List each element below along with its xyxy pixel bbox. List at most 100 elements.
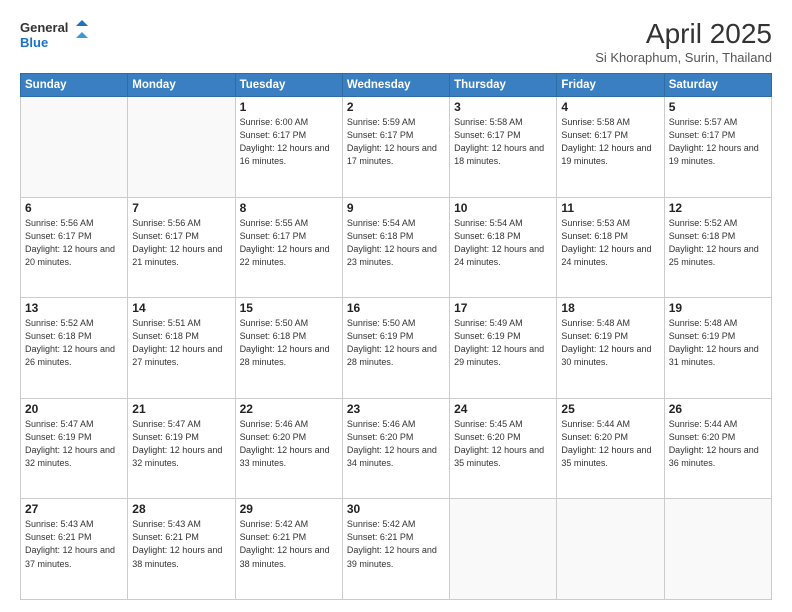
table-row xyxy=(450,499,557,600)
calendar-title: April 2025 xyxy=(595,18,772,50)
table-row: 20 Sunrise: 5:47 AM Sunset: 6:19 PM Dayli… xyxy=(21,398,128,499)
table-row: 12 Sunrise: 5:52 AM Sunset: 6:18 PM Dayli… xyxy=(664,197,771,298)
table-row: 7 Sunrise: 5:56 AM Sunset: 6:17 PM Daylig… xyxy=(128,197,235,298)
day-info: Sunrise: 5:54 AM Sunset: 6:18 PM Dayligh… xyxy=(347,217,445,269)
calendar-table: Sunday Monday Tuesday Wednesday Thursday… xyxy=(20,73,772,600)
table-row xyxy=(128,97,235,198)
day-info: Sunrise: 5:56 AM Sunset: 6:17 PM Dayligh… xyxy=(132,217,230,269)
calendar-subtitle: Si Khoraphum, Surin, Thailand xyxy=(595,50,772,65)
day-number: 27 xyxy=(25,502,123,516)
table-row: 30 Sunrise: 5:42 AM Sunset: 6:21 PM Dayli… xyxy=(342,499,449,600)
day-info: Sunrise: 5:43 AM Sunset: 6:21 PM Dayligh… xyxy=(25,518,123,570)
day-info: Sunrise: 5:44 AM Sunset: 6:20 PM Dayligh… xyxy=(561,418,659,470)
table-row xyxy=(664,499,771,600)
day-info: Sunrise: 5:47 AM Sunset: 6:19 PM Dayligh… xyxy=(132,418,230,470)
table-row: 8Sunrise: 5:55 AM Sunset: 6:17 PM Daylig… xyxy=(235,197,342,298)
day-number: 16 xyxy=(347,301,445,315)
day-number: 24 xyxy=(454,402,552,416)
day-number: 7 xyxy=(132,201,230,215)
day-info: Sunrise: 5:49 AM Sunset: 6:19 PM Dayligh… xyxy=(454,317,552,369)
day-info: Sunrise: 5:51 AM Sunset: 6:18 PM Dayligh… xyxy=(132,317,230,369)
day-info: Sunrise: 5:50 AM Sunset: 6:19 PM Dayligh… xyxy=(347,317,445,369)
day-info: Sunrise: 5:59 AM Sunset: 6:17 PM Dayligh… xyxy=(347,116,445,168)
col-sunday: Sunday xyxy=(21,74,128,97)
day-number: 20 xyxy=(25,402,123,416)
svg-text:General: General xyxy=(20,20,68,35)
table-row xyxy=(21,97,128,198)
day-number: 25 xyxy=(561,402,659,416)
day-number: 26 xyxy=(669,402,767,416)
table-row: 2 Sunrise: 5:59 AM Sunset: 6:17 PM Daylig… xyxy=(342,97,449,198)
day-number: 18 xyxy=(561,301,659,315)
day-number: 30 xyxy=(347,502,445,516)
table-row: 13Sunrise: 5:52 AM Sunset: 6:18 PM Dayli… xyxy=(21,298,128,399)
table-row: 19 Sunrise: 5:48 AM Sunset: 6:19 PM Dayli… xyxy=(664,298,771,399)
day-number: 22 xyxy=(240,402,338,416)
table-row: 23Sunrise: 5:46 AM Sunset: 6:20 PM Dayli… xyxy=(342,398,449,499)
table-row: 5Sunrise: 5:57 AM Sunset: 6:17 PM Daylig… xyxy=(664,97,771,198)
generalblue-logo: General Blue xyxy=(20,18,90,52)
day-number: 10 xyxy=(454,201,552,215)
table-row: 3 Sunrise: 5:58 AM Sunset: 6:17 PM Daylig… xyxy=(450,97,557,198)
table-row: 25 Sunrise: 5:44 AM Sunset: 6:20 PM Dayli… xyxy=(557,398,664,499)
day-info: Sunrise: 5:50 AM Sunset: 6:18 PM Dayligh… xyxy=(240,317,338,369)
day-info: Sunrise: 5:42 AM Sunset: 6:21 PM Dayligh… xyxy=(240,518,338,570)
day-info: Sunrise: 5:47 AM Sunset: 6:19 PM Dayligh… xyxy=(25,418,123,470)
col-thursday: Thursday xyxy=(450,74,557,97)
day-number: 19 xyxy=(669,301,767,315)
page: General Blue General Blue April 2025 Si … xyxy=(0,0,792,612)
day-number: 15 xyxy=(240,301,338,315)
day-info: Sunrise: 5:58 AM Sunset: 6:17 PM Dayligh… xyxy=(454,116,552,168)
day-info: Sunrise: 5:42 AM Sunset: 6:21 PM Dayligh… xyxy=(347,518,445,570)
day-number: 2 xyxy=(347,100,445,114)
table-row: 4 Sunrise: 5:58 AM Sunset: 6:17 PM Daylig… xyxy=(557,97,664,198)
col-saturday: Saturday xyxy=(664,74,771,97)
calendar-header-row: Sunday Monday Tuesday Wednesday Thursday… xyxy=(21,74,772,97)
day-number: 5 xyxy=(669,100,767,114)
table-row: 10 Sunrise: 5:54 AM Sunset: 6:18 PM Dayli… xyxy=(450,197,557,298)
table-row: 27 Sunrise: 5:43 AM Sunset: 6:21 PM Dayli… xyxy=(21,499,128,600)
table-row: 6 Sunrise: 5:56 AM Sunset: 6:17 PM Daylig… xyxy=(21,197,128,298)
day-info: Sunrise: 6:00 AM Sunset: 6:17 PM Dayligh… xyxy=(240,116,338,168)
day-number: 14 xyxy=(132,301,230,315)
table-row: 21 Sunrise: 5:47 AM Sunset: 6:19 PM Dayli… xyxy=(128,398,235,499)
day-number: 11 xyxy=(561,201,659,215)
table-row: 18 Sunrise: 5:48 AM Sunset: 6:19 PM Dayli… xyxy=(557,298,664,399)
day-number: 21 xyxy=(132,402,230,416)
day-info: Sunrise: 5:54 AM Sunset: 6:18 PM Dayligh… xyxy=(454,217,552,269)
title-block: April 2025 Si Khoraphum, Surin, Thailand xyxy=(595,18,772,65)
table-row: 28Sunrise: 5:43 AM Sunset: 6:21 PM Dayli… xyxy=(128,499,235,600)
table-row: 26 Sunrise: 5:44 AM Sunset: 6:20 PM Dayli… xyxy=(664,398,771,499)
table-row: 15 Sunrise: 5:50 AM Sunset: 6:18 PM Dayli… xyxy=(235,298,342,399)
table-row xyxy=(557,499,664,600)
day-info: Sunrise: 5:56 AM Sunset: 6:17 PM Dayligh… xyxy=(25,217,123,269)
day-info: Sunrise: 5:43 AM Sunset: 6:21 PM Dayligh… xyxy=(132,518,230,570)
header: General Blue General Blue April 2025 Si … xyxy=(20,18,772,65)
day-number: 12 xyxy=(669,201,767,215)
day-number: 3 xyxy=(454,100,552,114)
table-row: 29 Sunrise: 5:42 AM Sunset: 6:21 PM Dayli… xyxy=(235,499,342,600)
day-info: Sunrise: 5:55 AM Sunset: 6:17 PM Dayligh… xyxy=(240,217,338,269)
logo: General Blue xyxy=(20,18,90,52)
day-number: 4 xyxy=(561,100,659,114)
table-row: 9 Sunrise: 5:54 AM Sunset: 6:18 PM Daylig… xyxy=(342,197,449,298)
col-monday: Monday xyxy=(128,74,235,97)
day-info: Sunrise: 5:48 AM Sunset: 6:19 PM Dayligh… xyxy=(669,317,767,369)
col-friday: Friday xyxy=(557,74,664,97)
day-info: Sunrise: 5:53 AM Sunset: 6:18 PM Dayligh… xyxy=(561,217,659,269)
table-row: 24Sunrise: 5:45 AM Sunset: 6:20 PM Dayli… xyxy=(450,398,557,499)
day-info: Sunrise: 5:44 AM Sunset: 6:20 PM Dayligh… xyxy=(669,418,767,470)
day-info: Sunrise: 5:52 AM Sunset: 6:18 PM Dayligh… xyxy=(669,217,767,269)
svg-text:Blue: Blue xyxy=(20,35,48,50)
table-row: 11 Sunrise: 5:53 AM Sunset: 6:18 PM Dayli… xyxy=(557,197,664,298)
day-number: 23 xyxy=(347,402,445,416)
day-number: 29 xyxy=(240,502,338,516)
table-row: 14 Sunrise: 5:51 AM Sunset: 6:18 PM Dayli… xyxy=(128,298,235,399)
day-info: Sunrise: 5:58 AM Sunset: 6:17 PM Dayligh… xyxy=(561,116,659,168)
day-number: 6 xyxy=(25,201,123,215)
day-number: 1 xyxy=(240,100,338,114)
col-tuesday: Tuesday xyxy=(235,74,342,97)
day-number: 9 xyxy=(347,201,445,215)
day-info: Sunrise: 5:48 AM Sunset: 6:19 PM Dayligh… xyxy=(561,317,659,369)
day-info: Sunrise: 5:52 AM Sunset: 6:18 PM Dayligh… xyxy=(25,317,123,369)
